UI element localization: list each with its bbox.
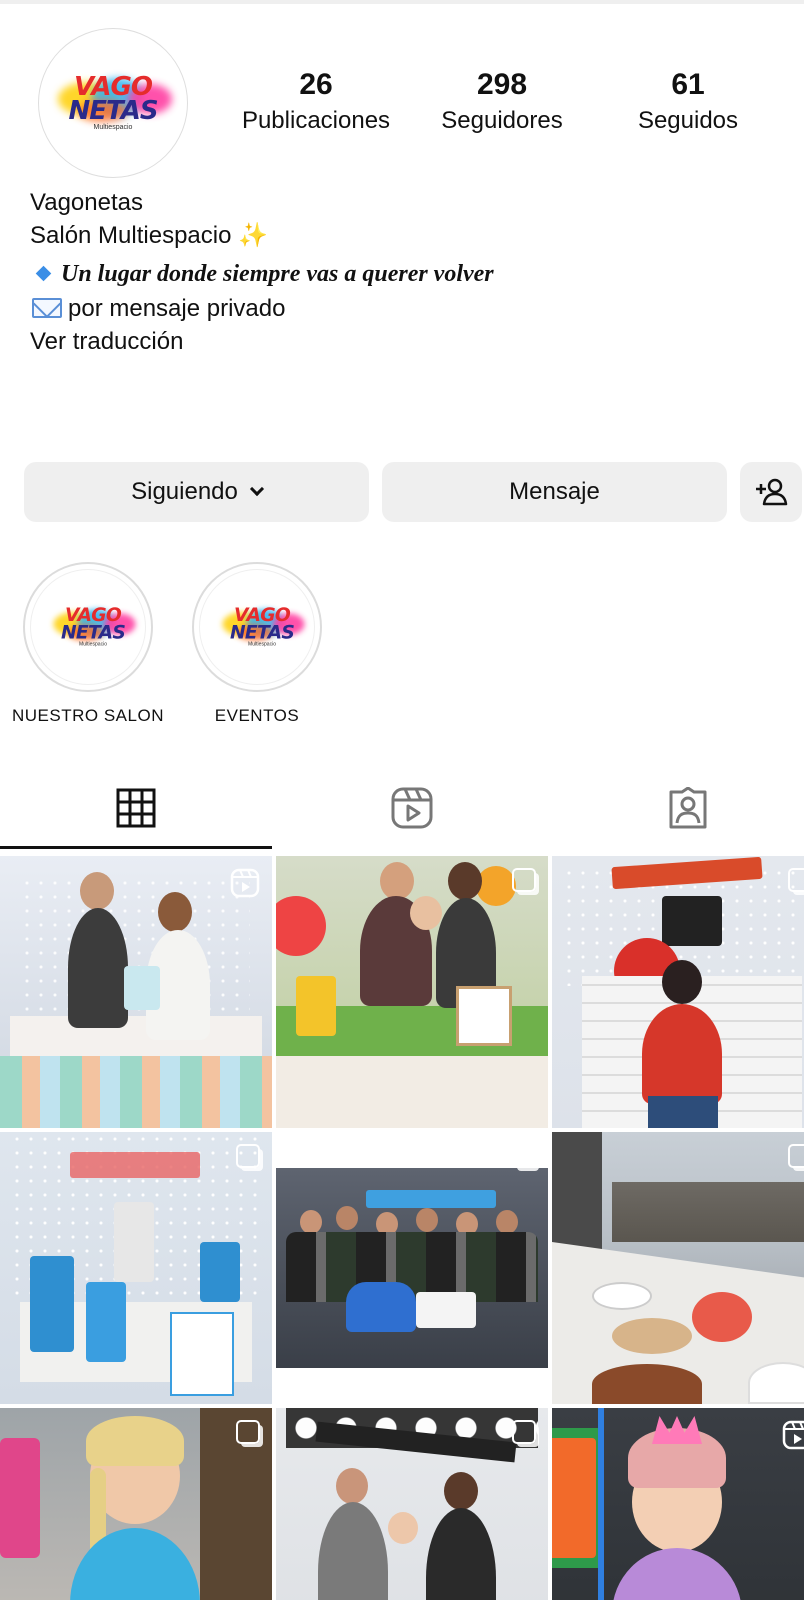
tab-posts-grid[interactable] [0, 768, 272, 848]
posts-stat[interactable]: 26 Publicaciones [226, 66, 406, 138]
vagonetas-logo: VAGO NETAS Multiespacio [215, 602, 305, 652]
followers-count: 298 [476, 68, 528, 101]
post-tile[interactable] [0, 856, 272, 1128]
followers-label: Seguidores [441, 107, 563, 134]
following-stat[interactable]: 61 Seguidos [598, 66, 778, 138]
post-tile[interactable] [552, 1132, 804, 1404]
grid-icon [116, 788, 156, 828]
add-user-button[interactable] [740, 462, 802, 522]
highlight-cover: VAGO NETAS Multiespacio [30, 569, 146, 685]
following-count: 61 [671, 68, 705, 101]
highlight-ring: VAGO NETAS Multiespacio [23, 562, 153, 692]
profile-contact: por mensaje privado [30, 292, 770, 325]
chevron-down-icon [249, 481, 264, 497]
blue-diamond-icon [35, 266, 52, 282]
vagonetas-logo: VAGO NETAS Multiespacio [48, 68, 178, 138]
highlight-cover: VAGO NETAS Multiespacio [199, 569, 315, 685]
reel-indicator-icon [782, 1420, 804, 1455]
followers-stat[interactable]: 298 Seguidores [412, 66, 592, 138]
highlight-ring: VAGO NETAS Multiespacio [192, 562, 322, 692]
carousel-indicator-icon [788, 1144, 804, 1168]
carousel-indicator-icon [236, 1144, 260, 1168]
carousel-indicator-icon [512, 1144, 536, 1168]
highlight-label: NUESTRO SALON [12, 706, 164, 725]
post-tile[interactable] [0, 1132, 272, 1404]
highlight-label: EVENTOS [214, 706, 300, 725]
following-button[interactable]: Siguiendo [24, 462, 369, 522]
vagonetas-logo: VAGO NETAS Multiespacio [46, 602, 136, 652]
following-label: Seguidos [637, 107, 739, 134]
profile-category: Salón Multiespacio ✨ [30, 222, 269, 249]
highlight-eventos[interactable]: VAGO NETAS Multiespacio EVENTOS [192, 562, 322, 725]
carousel-indicator-icon [512, 868, 536, 892]
post-tile[interactable] [276, 1132, 548, 1404]
post-tile[interactable] [0, 1408, 272, 1600]
tagged-icon [669, 787, 707, 829]
reels-icon [391, 787, 433, 829]
profile-bio: Vagonetas Salón Multiespacio ✨ Un lugar … [30, 186, 770, 358]
post-tile[interactable] [552, 1408, 804, 1600]
highlight-nuestro-salon[interactable]: VAGO NETAS Multiespacio NUESTRO SALON [12, 562, 163, 725]
sparkles-icon: ✨ [238, 222, 269, 249]
active-tab-indicator [0, 846, 272, 849]
carousel-indicator-icon [236, 1420, 260, 1444]
profile-tagline: Un lugar donde siempre vas a querer volv… [30, 252, 770, 292]
carousel-indicator-icon [512, 1420, 536, 1444]
post-tile[interactable] [552, 856, 804, 1128]
person-add-icon [756, 478, 788, 506]
tab-reels[interactable] [276, 768, 548, 848]
profile-name: Vagonetas [30, 189, 143, 216]
reel-indicator-icon [230, 868, 260, 903]
envelope-icon [32, 297, 62, 318]
posts-count: 26 [299, 68, 333, 101]
posts-label: Publicaciones [241, 107, 391, 134]
post-tile[interactable] [276, 856, 548, 1128]
see-translation-link[interactable]: Ver traducción [30, 325, 770, 358]
post-tile[interactable] [276, 1408, 548, 1600]
status-divider [0, 0, 804, 4]
profile-avatar[interactable]: VAGO NETAS Multiespacio [38, 28, 188, 178]
message-button[interactable]: Mensaje [382, 462, 727, 522]
tab-tagged[interactable] [552, 768, 804, 848]
carousel-indicator-icon [788, 868, 804, 892]
